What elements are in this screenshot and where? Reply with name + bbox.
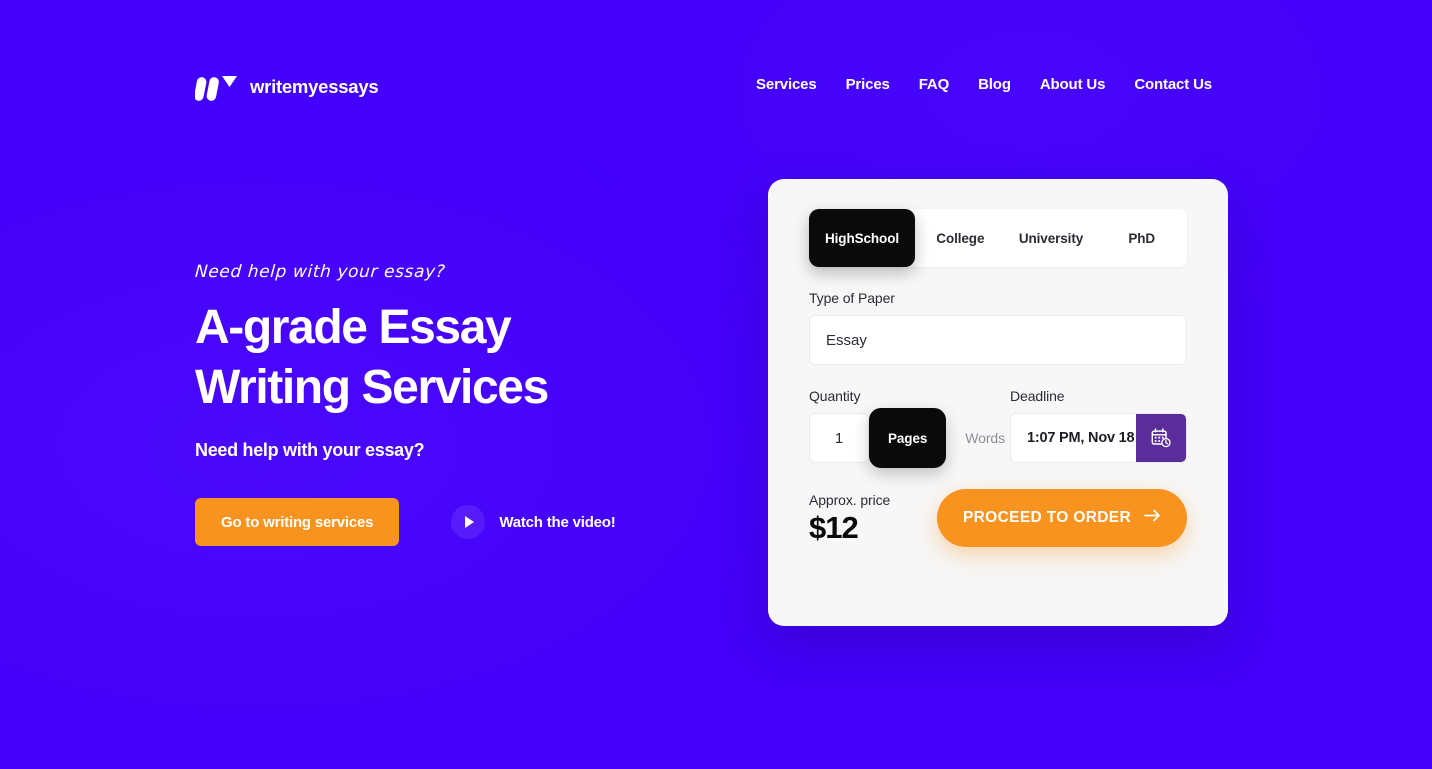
brand-name: writemyessays <box>250 76 379 97</box>
nav-item-prices[interactable]: Prices <box>846 76 890 93</box>
deadline-value[interactable]: 1:07 PM, Nov 18 <box>1011 414 1136 462</box>
deadline-group: Deadline 1:07 PM, Nov 18 <box>1010 388 1187 463</box>
watch-video-link[interactable]: Watch the video! <box>451 505 616 539</box>
nav-item-services[interactable]: Services <box>756 76 817 93</box>
site-header: writemyessays Services Prices FAQ Blog A… <box>0 0 1432 150</box>
academic-level-tabs: HighSchool College University PhD <box>809 209 1187 267</box>
proceed-to-order-label: PROCEED TO ORDER <box>962 509 1132 526</box>
approx-price-value: $12 <box>809 509 859 545</box>
tab-highschool[interactable]: HighSchool <box>809 209 915 267</box>
play-icon <box>451 505 486 539</box>
unit-pages-button[interactable]: Pages <box>869 408 947 468</box>
tab-college[interactable]: College <box>915 209 1006 267</box>
tab-university[interactable]: University <box>1006 209 1097 267</box>
proceed-to-order-button[interactable]: PROCEED TO ORDER <box>937 489 1187 547</box>
quantity-label: Quantity <box>809 388 861 404</box>
order-form-card: HighSchool College University PhD Type o… <box>768 179 1228 626</box>
price-and-submit-row: Approx. price $12 PROCEED TO ORDER <box>809 489 1187 547</box>
hero-actions: Go to writing services Watch the video! <box>195 498 755 546</box>
approx-price-block: Approx. price $12 <box>809 492 909 545</box>
deadline-label: Deadline <box>1010 388 1065 404</box>
tab-phd[interactable]: PhD <box>1096 209 1187 267</box>
nav-item-blog[interactable]: Blog <box>978 76 1011 93</box>
approx-price-label: Approx. price <box>809 491 891 508</box>
brand-logo[interactable]: writemyessays <box>195 72 379 102</box>
nav-item-about-us[interactable]: About Us <box>1040 76 1106 93</box>
watch-video-label: Watch the video! <box>499 513 616 531</box>
nav-item-contact-us[interactable]: Contact Us <box>1134 76 1212 93</box>
calendar-clock-icon[interactable] <box>1136 414 1186 462</box>
hero-subtitle: Need help with your essay? <box>195 440 425 460</box>
quantity-group: Quantity Pages Words <box>809 388 1005 468</box>
go-to-writing-services-button[interactable]: Go to writing services <box>195 498 400 546</box>
paper-type-input[interactable] <box>809 315 1187 365</box>
page-title: A-grade Essay Writing Services <box>195 298 755 418</box>
quantity-deadline-row: Quantity Pages Words Deadline 1:07 PM, N… <box>809 388 1187 468</box>
quantity-input[interactable] <box>809 413 869 463</box>
arrow-right-icon <box>1144 509 1161 527</box>
hero-section: Need help with your essay? A-grade Essay… <box>194 262 755 546</box>
hero-title-line-2: Writing Services <box>195 361 549 414</box>
quantity-unit-toggle: Pages Words <box>869 408 1024 468</box>
w-logo-icon <box>195 72 237 102</box>
main-navigation: Services Prices FAQ Blog About Us Contac… <box>756 76 1212 93</box>
nav-item-faq[interactable]: FAQ <box>919 76 950 93</box>
paper-type-label: Type of Paper <box>809 290 895 306</box>
hero-eyebrow: Need help with your essay? <box>194 262 447 282</box>
hero-title-line-1: A-grade Essay <box>195 301 512 354</box>
